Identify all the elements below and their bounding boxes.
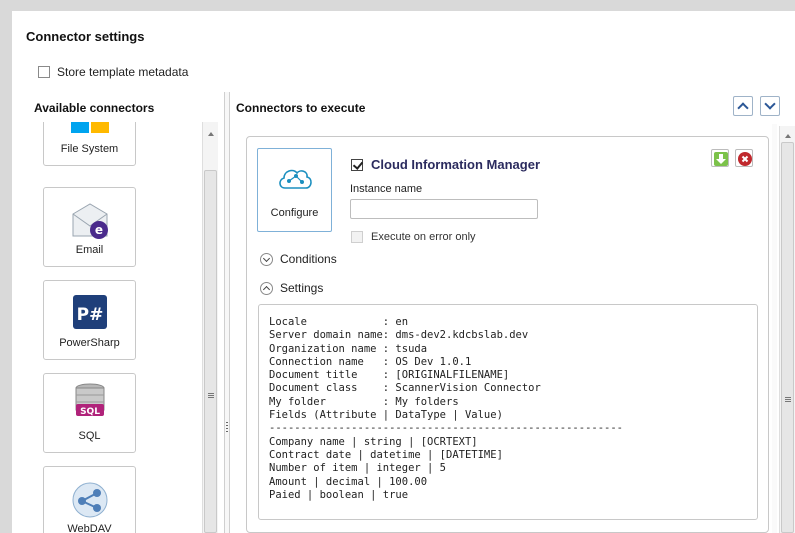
scrollbar-thumb[interactable] <box>204 170 217 533</box>
execute-on-error-label: Execute on error only <box>371 231 476 243</box>
connector-tile-email[interactable]: e Email <box>43 187 136 267</box>
store-metadata-checkbox-box[interactable] <box>38 66 50 78</box>
scroll-up-arrow-icon[interactable] <box>785 134 791 138</box>
page-title: Connector settings <box>26 29 145 44</box>
execute-on-error-checkbox[interactable]: Execute on error only <box>351 231 476 243</box>
file-system-icon <box>70 122 109 133</box>
expand-chevron-icon <box>260 252 273 266</box>
chevron-up-icon <box>737 102 749 114</box>
execute-on-error-checkbox-box[interactable] <box>351 231 363 243</box>
scrollbar-thumb[interactable] <box>781 142 794 533</box>
panel-splitter[interactable] <box>224 92 230 533</box>
green-down-arrow-icon <box>714 152 728 166</box>
connector-enabled-checkbox-box[interactable] <box>351 158 363 171</box>
instance-name-input[interactable] <box>350 199 538 219</box>
connector-card: Configure Cloud Information Manager Inst… <box>246 136 769 533</box>
available-connectors-list: File System e Email P# PowerSharp SQL SQ… <box>34 122 220 533</box>
connector-tile-label: Email <box>75 244 104 256</box>
settings-text: Locale : en Server domain name: dms-dev2… <box>269 316 624 501</box>
settings-text-box[interactable]: Locale : en Server domain name: dms-dev2… <box>258 304 758 520</box>
collapse-chevron-icon <box>260 281 273 295</box>
splitter-grip-icon <box>226 422 228 434</box>
connector-tile-label: SQL <box>78 430 101 442</box>
connector-enable-checkbox[interactable]: Cloud Information Manager <box>351 157 540 172</box>
settings-label: Settings <box>280 281 324 295</box>
powersharp-icon: P# <box>72 295 107 329</box>
conditions-expander[interactable]: Conditions <box>260 252 337 266</box>
scroll-up-arrow-icon[interactable] <box>208 132 214 136</box>
email-icon: e <box>72 203 108 239</box>
svg-text:SQL: SQL <box>80 407 100 417</box>
connector-title: Cloud Information Manager <box>371 157 540 172</box>
window-top-border <box>0 0 795 11</box>
connector-tile-label: File System <box>60 143 119 155</box>
remove-connector-button[interactable] <box>735 149 753 167</box>
instance-name-label: Instance name <box>350 183 423 195</box>
svg-text:e: e <box>94 223 102 237</box>
grip-icon <box>208 393 214 399</box>
move-up-button[interactable] <box>733 96 753 116</box>
conditions-label: Conditions <box>280 252 337 266</box>
window-left-border <box>0 0 12 533</box>
cloud-network-icon <box>279 169 312 189</box>
move-down-button[interactable] <box>760 96 780 116</box>
connector-tile-label: PowerSharp <box>59 337 120 349</box>
connector-tile-file-system[interactable]: File System <box>43 122 136 166</box>
connector-tile-powersharp[interactable]: P# PowerSharp <box>43 280 136 360</box>
available-connectors-heading: Available connectors <box>34 101 155 115</box>
move-connector-down-button[interactable] <box>711 149 729 167</box>
execute-panel-scrollbar[interactable] <box>779 126 795 533</box>
webdav-icon <box>72 482 107 518</box>
card-outer-edge <box>772 124 777 533</box>
configure-label: Configure <box>270 207 319 219</box>
svg-text:P#: P# <box>76 305 103 325</box>
connectors-to-execute-heading: Connectors to execute <box>236 101 366 115</box>
store-metadata-checkbox[interactable]: Store template metadata <box>38 65 188 79</box>
chevron-down-icon <box>764 98 776 110</box>
store-metadata-label: Store template metadata <box>57 65 189 79</box>
available-connectors-scrollbar[interactable] <box>202 122 218 533</box>
remove-icon <box>738 152 752 166</box>
connector-tile-sql[interactable]: SQL SQL <box>43 373 136 453</box>
configure-button[interactable]: Configure <box>257 148 332 232</box>
connector-tile-label: WebDAV <box>67 523 112 533</box>
connector-tile-webdav[interactable]: WebDAV <box>43 466 136 533</box>
grip-icon <box>785 397 791 403</box>
sql-icon: SQL <box>75 383 104 417</box>
settings-expander[interactable]: Settings <box>260 281 323 295</box>
